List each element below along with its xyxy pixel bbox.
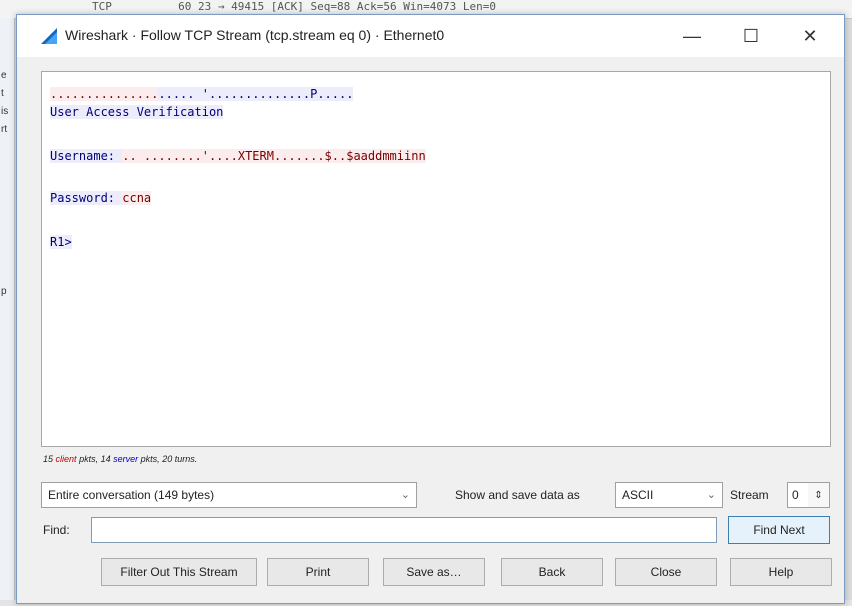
server-count: 14 xyxy=(100,454,111,464)
server-data: User Access Verification xyxy=(50,105,224,119)
chevron-down-icon: ⌄ xyxy=(706,489,716,501)
turns: 20 turns. xyxy=(162,454,198,464)
close-window-button[interactable]: ✕ xyxy=(787,15,833,57)
background-letter: t xyxy=(1,88,4,99)
background-letter: e xyxy=(1,70,7,81)
close-button[interactable]: Close xyxy=(615,558,717,586)
stream-line: R1> xyxy=(50,234,72,250)
stream-line: Password: ccna xyxy=(50,190,152,206)
client-data: ccna xyxy=(122,191,152,205)
background-letter: is xyxy=(1,106,9,117)
server-data: Password: xyxy=(50,191,123,205)
stream-number-value: 0 xyxy=(792,488,799,502)
client-word: client xyxy=(55,454,77,464)
stream-number-input[interactable]: 0 xyxy=(787,482,809,508)
conversation-select[interactable]: Entire conversation (149 bytes) ⌄ xyxy=(41,482,417,508)
background-letter: p xyxy=(1,286,7,297)
stream-statistics: 15 client pkts, 14 server pkts, 20 turns… xyxy=(43,454,197,464)
find-label: Find: xyxy=(43,523,70,537)
chevron-down-icon: ⌄ xyxy=(400,489,410,501)
background-left-pane: e t is rt p xyxy=(0,18,15,606)
server-word: server xyxy=(113,454,139,464)
server-data: Username: xyxy=(50,149,123,163)
window-title: Wireshark · Follow TCP Stream (tcp.strea… xyxy=(65,27,445,43)
stream-line: User Access Verification xyxy=(50,104,224,120)
client-data: .. ........'....XTERM.......$..$aaddmmii… xyxy=(122,149,426,163)
wireshark-fin-icon xyxy=(39,27,59,50)
server-data: ..... '..............P..... xyxy=(158,87,354,101)
format-select-value: ASCII xyxy=(622,488,654,502)
save-as-button[interactable]: Save as… xyxy=(383,558,485,586)
find-input[interactable] xyxy=(91,517,717,543)
back-button[interactable]: Back xyxy=(501,558,603,586)
conversation-select-value: Entire conversation (149 bytes) xyxy=(48,488,215,502)
minimize-button[interactable]: — xyxy=(669,15,715,57)
client-count: 15 xyxy=(43,454,54,464)
background-packet-row: TCP 60 23 → 49415 [ACK] Seq=88 Ack=56 Wi… xyxy=(92,0,496,13)
stream-line: .................... '..............P...… xyxy=(50,86,354,102)
follow-tcp-stream-dialog: Wireshark · Follow TCP Stream (tcp.strea… xyxy=(16,14,845,604)
server-data: R1> xyxy=(50,235,72,249)
title-bar[interactable]: Wireshark · Follow TCP Stream (tcp.strea… xyxy=(17,15,844,57)
print-button[interactable]: Print xyxy=(267,558,369,586)
client-suffix: pkts, xyxy=(79,454,99,464)
stream-label: Stream xyxy=(730,488,769,502)
stream-line: Username: .. ........'....XTERM.......$.… xyxy=(50,148,426,164)
find-next-button[interactable]: Find Next xyxy=(728,516,830,544)
client-data: ............... xyxy=(50,87,159,101)
background-letter: rt xyxy=(1,124,8,135)
show-save-label: Show and save data as xyxy=(455,488,580,502)
format-select[interactable]: ASCII ⌄ xyxy=(615,482,723,508)
stream-content-view[interactable]: .................... '..............P...… xyxy=(41,71,831,447)
server-suffix: pkts, xyxy=(140,454,160,464)
spinner-arrows-icon: ⇕ xyxy=(814,489,823,501)
maximize-button[interactable]: ☐ xyxy=(728,15,774,57)
filter-out-button[interactable]: Filter Out This Stream xyxy=(101,558,257,586)
help-button[interactable]: Help xyxy=(730,558,832,586)
stream-spinner[interactable]: ⇕ xyxy=(808,482,830,508)
